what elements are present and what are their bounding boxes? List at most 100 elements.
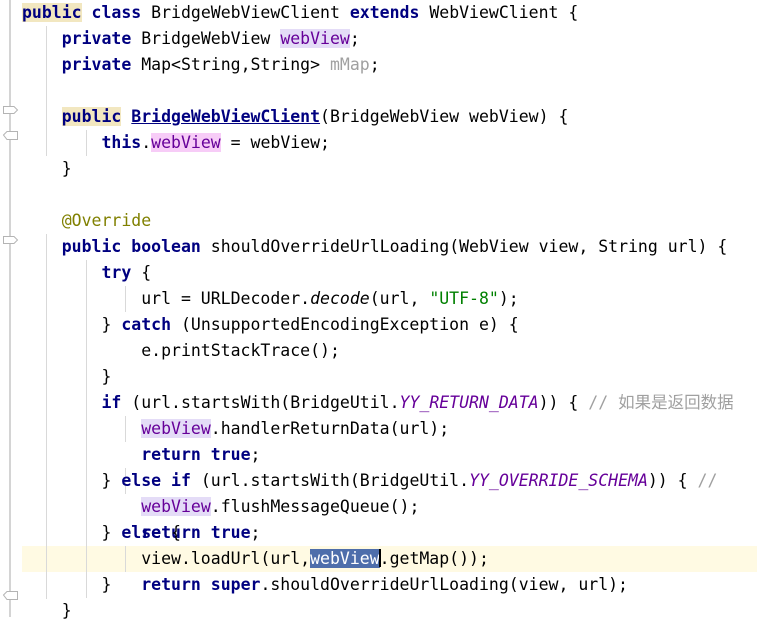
highlighted-identifier: webView [141,419,211,438]
string-token: "UTF-8" [429,289,499,308]
code-token: } [22,315,122,334]
line-else-close[interactable]: } [0,572,757,598]
code-content[interactable]: public class BridgeWebViewClient extends… [0,0,757,620]
line-if-return-data[interactable]: if (url.startsWith(BridgeUtil.YY_RETURN_… [0,390,757,416]
code-token: url = URLDecoder. [22,289,311,308]
highlighted-keyword: public [22,3,82,22]
line-constructor-close[interactable]: } [0,156,757,182]
keyword-token: if [101,393,122,412]
highlighted-identifier: webView [280,29,350,48]
code-token: Map<String,String> [131,55,330,74]
keyword-token: try [101,263,132,282]
code-token: } [22,471,122,490]
code-token: } [22,367,112,386]
keyword-token: extends [349,3,420,22]
code-token: } [22,575,112,594]
line-field-webview[interactable]: private BridgeWebView webView; [0,26,757,52]
line-blank[interactable] [0,78,757,104]
line-load-url-selected[interactable]: view.loadUrl(url,webView.getMap()); [0,546,757,572]
keyword-token: return [141,445,201,464]
code-token: { [131,263,152,282]
line-print-stacktrace[interactable]: e.printStackTrace(); [0,338,757,364]
comment-token: // 如果是返回数据 [588,393,734,412]
code-token: YY_OVERRIDE_SCHEMA [469,471,648,490]
code-token: } [22,159,72,178]
keyword-token: else [121,523,162,542]
code-token: { [161,523,181,542]
code-editor[interactable]: public class BridgeWebViewClient extends… [0,0,757,620]
code-token: shouldOverrideUrlLoading(WebView view, S… [200,237,728,256]
highlighted-keyword: public [61,107,122,126]
code-token: YY_RETURN_DATA [399,393,539,412]
keyword-token: boolean [131,237,201,256]
keyword-token: public [61,237,122,256]
code-token: )) { [538,393,589,412]
fold-rail [9,0,11,617]
code-token: ; [369,55,380,74]
code-token: BridgeWebView [131,29,281,48]
folding-gutter[interactable] [0,0,22,617]
line-handler-return-data[interactable]: webView.handlerReturnData(url); [0,416,757,442]
code-token: e.printStackTrace(); [22,341,340,360]
line-override-annotation[interactable]: @Override [0,208,757,234]
line-try[interactable]: try { [0,260,757,286]
code-token: .handlerReturnData(url); [210,419,450,438]
code-token: } [22,523,122,542]
line-class-close[interactable]: } [0,598,757,624]
code-token: BridgeWebViewClient [131,107,321,126]
highlighted-identifier: webView [141,497,211,516]
line-constructor-signature[interactable]: public BridgeWebViewClient(BridgeWebView… [0,104,757,130]
code-token: (url.startsWith(BridgeUtil. [190,471,470,490]
keyword-token: class [91,3,142,22]
code-token: = webView; [220,133,330,152]
keyword-token: private [61,55,132,74]
code-token: (url.startsWith(BridgeUtil. [121,393,400,412]
comment-token: // [697,471,718,490]
line-flush-message-queue[interactable]: webView.flushMessageQueue(); [0,494,757,520]
fold-marker-constructor[interactable] [2,104,19,121]
code-token: mMap [329,55,370,74]
keyword-token: else [121,471,162,490]
line-else-if-override-schema[interactable]: } else if (url.startsWith(BridgeUtil.YY_… [0,468,757,494]
code-token: . [141,133,152,152]
line-constructor-assign[interactable]: this.webView = webView; [0,130,757,156]
code-token: .flushMessageQueue(); [210,497,420,516]
keyword-token: this [101,133,142,152]
fold-marker-method[interactable] [2,234,19,251]
line-field-mmap[interactable]: private Map<String,String> mMap; [0,52,757,78]
code-token: decode [310,289,370,308]
line-try-close[interactable]: } [0,364,757,390]
line-else[interactable]: } else { [0,520,757,546]
fold-marker-class-end[interactable] [2,590,19,607]
fold-marker-constructor-end[interactable] [2,130,19,147]
code-token: @Override [61,211,152,230]
line-blank[interactable] [0,182,757,208]
code-token: (UnsupportedEncodingException e) { [171,315,519,334]
line-catch[interactable]: } catch (UnsupportedEncodingException e)… [0,312,757,338]
keyword-token: private [61,29,132,48]
keyword-token: true [210,445,251,464]
code-token: (BridgeWebView webView) { [320,107,569,126]
line-method-signature[interactable]: public boolean shouldOverrideUrlLoading(… [0,234,757,260]
line-return-true-1[interactable]: return true; [0,442,757,468]
keyword-token: catch [121,315,172,334]
code-token: ); [498,289,519,308]
code-token: WebViewClient { [419,3,579,22]
line-class-declaration[interactable]: public class BridgeWebViewClient extends… [0,0,757,26]
code-token: view.loadUrl(url, [22,549,311,568]
code-token: )) { [647,471,698,490]
line-url-decode[interactable]: url = URLDecoder.decode(url, "UTF-8"); [0,286,757,312]
code-token: ; [250,445,261,464]
code-token: ; [349,29,360,48]
